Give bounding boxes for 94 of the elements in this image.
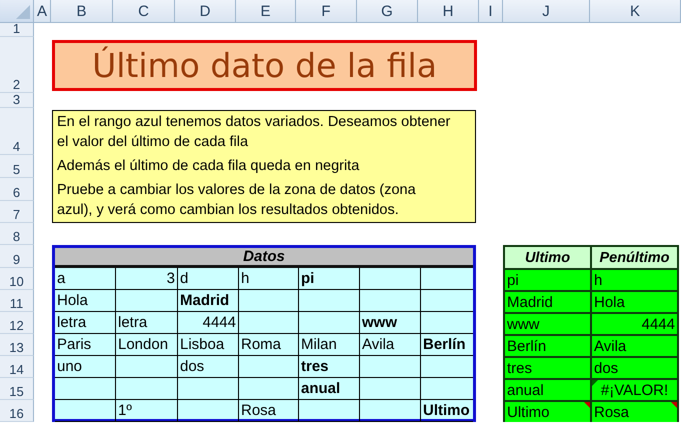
cell-value: anual bbox=[507, 382, 544, 398]
table-cell: Paris bbox=[55, 334, 116, 356]
table-cell: Hola bbox=[55, 290, 116, 312]
table-cell: Milan bbox=[299, 334, 360, 356]
row-header[interactable]: 15 bbox=[0, 378, 34, 400]
column-header[interactable]: J bbox=[503, 0, 590, 23]
column-heading: Penúltimo bbox=[592, 247, 677, 268]
note-text: Pruebe a cambiar los valores de la zona de datos (zona azul), y verá como cambian los resultados obtenidos. bbox=[57, 181, 417, 220]
row-header[interactable]: 1 bbox=[0, 23, 34, 37]
table-cell bbox=[239, 312, 299, 334]
table-cell: Roma bbox=[239, 334, 299, 356]
table-cell bbox=[360, 378, 421, 400]
row-header[interactable]: 9 bbox=[0, 245, 34, 268]
table-cell bbox=[299, 290, 360, 312]
row-header[interactable]: 3 bbox=[0, 93, 34, 108]
column-header[interactable]: B bbox=[51, 0, 113, 23]
cell-value: tres bbox=[507, 360, 532, 376]
cell-value: Avila bbox=[594, 338, 626, 354]
cell-value: h bbox=[594, 272, 602, 288]
table-cell: London bbox=[116, 334, 178, 356]
table-cell: Lisboa bbox=[178, 334, 239, 356]
row-header[interactable]: 14 bbox=[0, 356, 34, 378]
cell-value: www bbox=[507, 316, 540, 332]
table-cell: www bbox=[360, 312, 421, 334]
cell-value: Hola bbox=[594, 294, 625, 310]
table-cell bbox=[360, 268, 421, 290]
row-header[interactable]: 5 bbox=[0, 155, 34, 178]
cell-value: pi bbox=[507, 272, 519, 288]
table-cell: 1º bbox=[116, 400, 178, 422]
table-title: Datos bbox=[55, 248, 473, 268]
column-header[interactable]: H bbox=[418, 0, 479, 23]
table-cell: a bbox=[55, 268, 116, 290]
cell-value: Rosa bbox=[594, 404, 630, 420]
column-header[interactable]: C bbox=[113, 0, 175, 23]
cell-value: Berlín bbox=[507, 338, 546, 354]
column-header[interactable]: G bbox=[357, 0, 418, 23]
table-cell bbox=[55, 378, 116, 400]
table-cell: Berlín bbox=[421, 334, 473, 356]
table-cell bbox=[116, 378, 178, 400]
row-header[interactable]: 13 bbox=[0, 334, 34, 356]
column-header[interactable]: A bbox=[34, 0, 51, 23]
table-cell: d bbox=[178, 268, 239, 290]
table-cell bbox=[360, 400, 421, 422]
cell-value: #¡VALOR! bbox=[600, 382, 668, 398]
table-cell bbox=[360, 356, 421, 378]
comment-marker-icon bbox=[671, 402, 677, 408]
table-cell bbox=[239, 356, 299, 378]
table-cell: pi bbox=[299, 268, 360, 290]
column-header[interactable]: I bbox=[479, 0, 503, 23]
table-cell bbox=[239, 378, 299, 400]
note-text: Además el último de cada fila queda en negrita bbox=[57, 157, 360, 176]
row-header[interactable]: 6 bbox=[0, 178, 34, 201]
table-cell: Rosa bbox=[239, 400, 299, 422]
table-cell: h bbox=[239, 268, 299, 290]
cell-value: 4444 bbox=[642, 316, 675, 332]
row-header[interactable]: 16 bbox=[0, 400, 34, 422]
table-cell: Madrid bbox=[178, 290, 239, 312]
column-header[interactable]: K bbox=[590, 0, 681, 23]
table-cell: anual bbox=[299, 378, 360, 400]
row-header[interactable]: 2 bbox=[0, 37, 34, 93]
table-cell: uno bbox=[55, 356, 116, 378]
table-cell bbox=[178, 378, 239, 400]
table-cell bbox=[178, 400, 239, 422]
table-cell bbox=[360, 290, 421, 312]
row-header[interactable]: 11 bbox=[0, 290, 34, 312]
table-cell: 4444 bbox=[178, 312, 239, 334]
note-text: En el rango azul tenemos datos variados. Deseamos obtener el valor del último de cada fila bbox=[57, 113, 452, 152]
table-cell bbox=[55, 400, 116, 422]
table-cell bbox=[299, 312, 360, 334]
table-cell: Avila bbox=[360, 334, 421, 356]
cell-value: Ultimo bbox=[507, 404, 550, 420]
column-header[interactable]: E bbox=[236, 0, 296, 23]
column-header[interactable]: D bbox=[175, 0, 236, 23]
table-cell: letra bbox=[116, 312, 178, 334]
row-header[interactable]: 8 bbox=[0, 223, 34, 245]
table-cell: dos bbox=[178, 356, 239, 378]
row-header[interactable]: 10 bbox=[0, 268, 34, 290]
table-cell: 3 bbox=[116, 268, 178, 290]
cell-value: Madrid bbox=[507, 294, 553, 310]
table-cell bbox=[299, 400, 360, 422]
table-cell: tres bbox=[299, 356, 360, 378]
table-cell bbox=[239, 290, 299, 312]
column-heading: Ultimo bbox=[505, 247, 590, 268]
row-header[interactable]: 7 bbox=[0, 201, 34, 223]
table-cell: letra bbox=[55, 312, 116, 334]
table-cell bbox=[116, 290, 178, 312]
error-marker-icon bbox=[592, 380, 598, 386]
row-header[interactable]: 4 bbox=[0, 108, 34, 155]
row-header[interactable]: 12 bbox=[0, 312, 34, 334]
title-banner: Último dato de la fila bbox=[52, 40, 477, 91]
cell-value: dos bbox=[594, 360, 618, 376]
table-cell: Ultimo bbox=[421, 400, 473, 422]
column-header[interactable]: F bbox=[296, 0, 357, 23]
table-cell bbox=[116, 356, 178, 378]
